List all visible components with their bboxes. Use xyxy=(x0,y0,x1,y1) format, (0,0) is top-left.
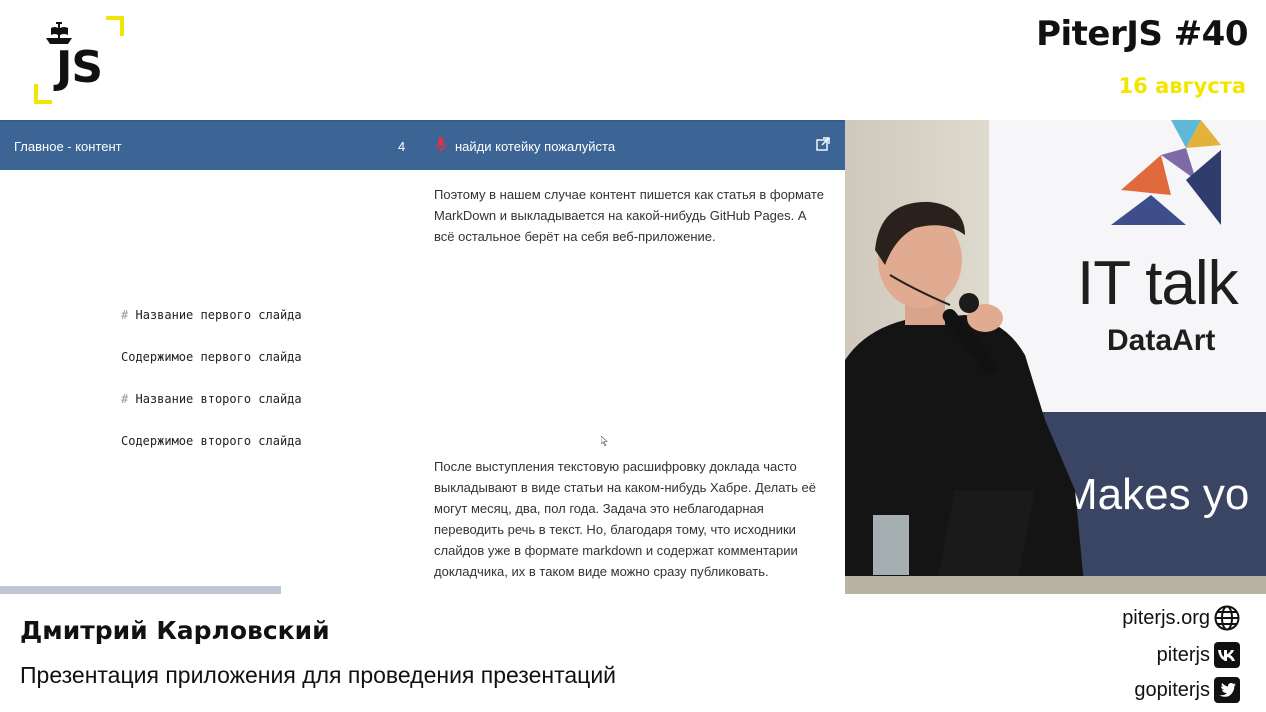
logo-text: JS xyxy=(56,42,103,93)
social-label-vk[interactable]: piterjs xyxy=(1157,644,1210,667)
slide-line-1: # Название первого слайда xyxy=(121,308,302,322)
presentation-app: Главное - контент 4 найди котейку пожалу… xyxy=(0,120,845,594)
slide-line-4: Содержимое второго слайда xyxy=(121,434,302,448)
piterjs-logo: JS xyxy=(34,16,124,104)
slide-source-pane: # Название первого слайда Содержимое пер… xyxy=(0,170,420,594)
slide-count: 4 xyxy=(398,139,406,154)
speaker-note-1: Поэтому в нашем случае контент пишется к… xyxy=(434,187,824,244)
social-label-site[interactable]: piterjs.org xyxy=(1122,607,1210,630)
social-link-twitter[interactable]: gopiterjs xyxy=(996,676,1256,704)
topic-title: найди котейку пожалуйста xyxy=(455,139,616,154)
slide-line-3: # Название второго слайда xyxy=(121,392,302,406)
globe-icon xyxy=(1214,605,1240,631)
speaker-note-2: После выступления текстовую расшифровку … xyxy=(434,459,816,579)
section-title[interactable]: Главное - контент xyxy=(14,139,122,154)
twitter-icon xyxy=(1214,677,1240,703)
talk-title: Презентация приложения для проведения пр… xyxy=(20,662,617,688)
social-label-twitter[interactable]: gopiterjs xyxy=(1134,679,1210,702)
slide-line-2: Содержимое первого слайда xyxy=(121,350,302,364)
event-date: 16 августа xyxy=(1118,74,1246,98)
social-link-site[interactable]: piterjs.org xyxy=(996,604,1256,632)
app-header: Главное - контент 4 найди котейку пожалу… xyxy=(0,122,845,170)
microphone-icon[interactable] xyxy=(436,137,446,153)
table-edge xyxy=(845,576,1266,594)
event-title: PiterJS #40 xyxy=(1036,14,1248,54)
speaker-video: IT talk DataArt Makes yo xyxy=(845,120,1266,594)
speaker-figure xyxy=(845,201,1085,594)
speaker-notes-pane: Поэтому в нашем случае контент пишется к… xyxy=(434,170,834,594)
speaker-name: Дмитрий Карловский xyxy=(20,616,330,645)
external-link-icon[interactable] xyxy=(816,137,830,151)
mouse-cursor-icon xyxy=(601,436,608,446)
status-bar xyxy=(0,586,281,594)
logo-corner-top-right xyxy=(106,16,124,36)
social-link-vk[interactable]: piterjs xyxy=(996,641,1256,669)
logo-corner-bottom-left xyxy=(34,84,52,104)
vk-icon xyxy=(1214,642,1240,668)
